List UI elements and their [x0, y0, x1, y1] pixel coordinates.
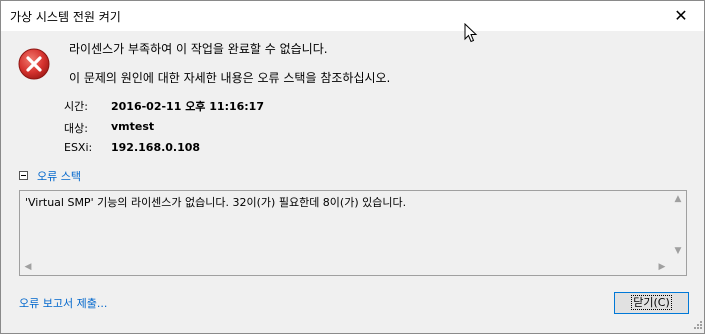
error-dialog: 가상 시스템 전원 켜기 ✕ 라이센스가 부족하여 이 작업을 완료할 수 없습…	[0, 0, 705, 334]
scroll-down-icon[interactable]: ▼	[670, 243, 686, 259]
resize-grip-icon[interactable]	[691, 320, 703, 332]
target-value: vmtest	[111, 120, 155, 133]
time-label: 시간:	[64, 100, 88, 113]
host-label: ESXi:	[64, 141, 93, 154]
error-message-line2: 이 문제의 원인에 대한 자세한 내용은 오류 스택을 참조하십시오.	[69, 71, 391, 85]
host-value: 192.168.0.108	[111, 141, 201, 154]
mouse-cursor-icon	[464, 23, 478, 43]
error-stack-textbox[interactable]: 'Virtual SMP' 기능의 라이센스가 없습니다. 32이(가) 필요한…	[19, 190, 687, 276]
time-value: 2016-02-11 오후 11:16:17	[111, 100, 264, 113]
error-stack-toggle-link[interactable]: 오류 스택	[37, 168, 81, 184]
close-button[interactable]: 닫기(C)	[614, 292, 689, 314]
vertical-scrollbar[interactable]: ▲ ▼	[670, 191, 686, 259]
window-title: 가상 시스템 전원 켜기	[10, 10, 121, 24]
close-button-label: 닫기(C)	[631, 295, 672, 310]
scroll-right-icon[interactable]: ▶	[654, 259, 670, 275]
collapse-toggle-icon[interactable]	[19, 171, 28, 180]
submit-error-report-link[interactable]: 오류 보고서 제출...	[19, 295, 107, 311]
dialog-content: 라이센스가 부족하여 이 작업을 완료할 수 없습니다. 이 문제의 원인에 대…	[1, 31, 704, 333]
error-icon	[18, 48, 50, 80]
scroll-up-icon[interactable]: ▲	[670, 191, 686, 207]
scroll-corner	[670, 259, 686, 275]
error-stack-text: 'Virtual SMP' 기능의 라이센스가 없습니다. 32이(가) 필요한…	[25, 196, 407, 209]
title-bar: 가상 시스템 전원 켜기 ✕	[1, 1, 704, 31]
window-close-button[interactable]: ✕	[658, 1, 704, 31]
error-message-line1: 라이센스가 부족하여 이 작업을 완료할 수 없습니다.	[69, 42, 328, 56]
horizontal-scrollbar[interactable]: ◀ ▶	[20, 259, 670, 275]
scroll-left-icon[interactable]: ◀	[20, 259, 36, 275]
target-label: 대상:	[64, 122, 88, 135]
